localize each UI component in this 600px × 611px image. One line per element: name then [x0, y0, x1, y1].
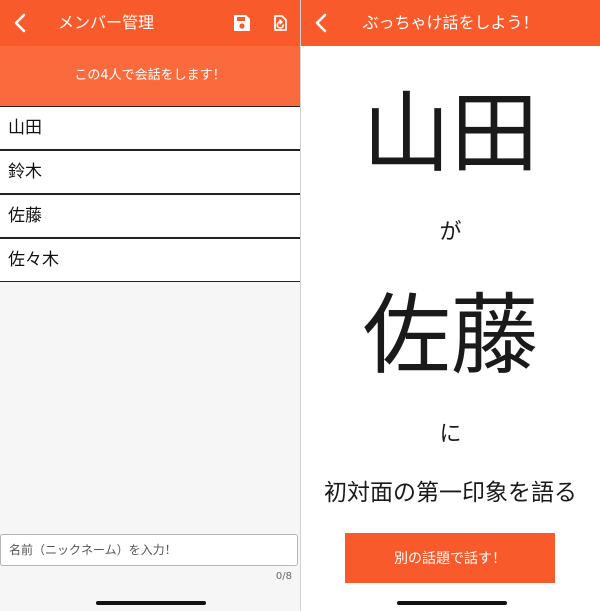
home-indicator[interactable] — [96, 601, 206, 605]
member-count-banner: この4人で会話をします！ — [0, 46, 300, 106]
member-item[interactable]: 佐々木 — [0, 238, 300, 282]
particle-ni: に — [439, 422, 462, 447]
member-item[interactable]: 山田 — [0, 106, 300, 150]
reset-icon — [274, 15, 287, 31]
member-management-screen: メンバー管理 この4人で会話をします！ 山田 鈴木 佐藤 佐々木 名前（ニックネ… — [0, 0, 300, 611]
save-icon — [234, 15, 250, 31]
chevron-left-icon — [14, 13, 26, 33]
topic-text: 初対面の第一印象を語る — [324, 480, 577, 506]
page-title: ぶっちゃけ話をしよう！ — [362, 13, 539, 32]
name-input[interactable] — [0, 534, 298, 566]
talk-topic-screen: ぶっちゃけ話をしよう！ 山田 が 佐藤 に 初対面の第一印象を語る 別の話題で話… — [301, 0, 600, 611]
app-bar: ぶっちゃけ話をしよう！ — [301, 0, 600, 46]
reset-button[interactable] — [268, 11, 292, 35]
member-item[interactable]: 鈴木 — [0, 150, 300, 194]
save-button[interactable] — [230, 11, 254, 35]
member-item[interactable]: 佐藤 — [0, 194, 300, 238]
app-bar: メンバー管理 — [0, 0, 300, 46]
listener-name: 佐藤 — [362, 284, 539, 387]
speaker-name: 山田 — [362, 82, 539, 185]
particle-ga: が — [439, 220, 462, 245]
home-indicator[interactable] — [397, 601, 507, 605]
next-topic-button[interactable]: 別の話題で話す！ — [345, 533, 555, 583]
back-button[interactable] — [6, 8, 34, 38]
app-screens: メンバー管理 この4人で会話をします！ 山田 鈴木 佐藤 佐々木 名前（ニックネ… — [0, 0, 600, 611]
page-title: メンバー管理 — [58, 13, 155, 32]
member-list: 山田 鈴木 佐藤 佐々木 — [0, 106, 300, 282]
character-counter: 0/8 — [275, 571, 292, 582]
